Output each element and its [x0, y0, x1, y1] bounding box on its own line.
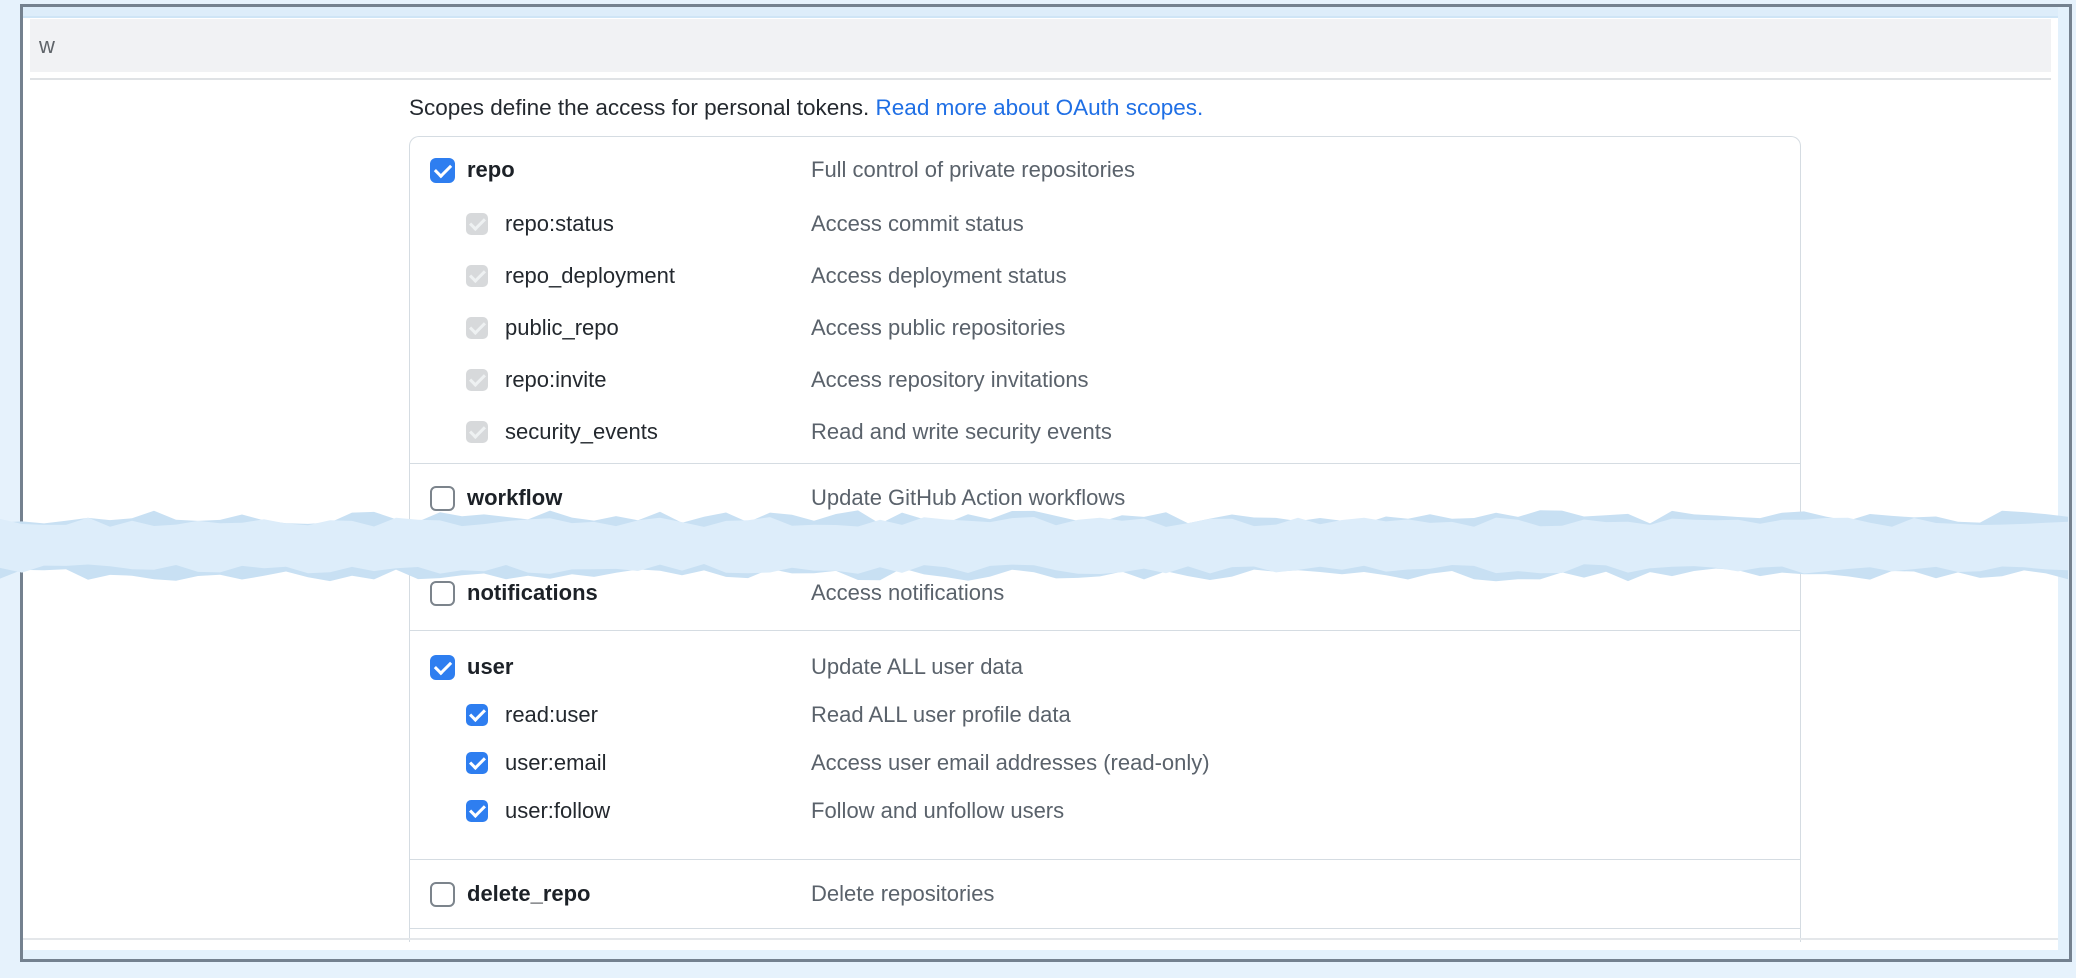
scope-row-left: user:email — [410, 750, 811, 776]
scope-section-delete_repo: delete_repo Delete repositories — [410, 859, 1800, 928]
scope-description: Update ALL user data — [811, 654, 1023, 680]
browser-window: w Scopes define the access for personal … — [23, 7, 2058, 950]
scope-checkbox-repo:status — [466, 213, 488, 235]
scope-checkbox-delete_repo[interactable] — [430, 882, 455, 907]
torn-band — [0, 508, 2076, 584]
scopes-intro-text: Scopes define the access for personal to… — [409, 95, 869, 120]
scope-row-left: user:follow — [410, 798, 811, 824]
scope-label: read:user — [505, 702, 598, 728]
scope-row-left: public_repo — [410, 315, 811, 341]
scope-row-left: repo:invite — [410, 367, 811, 393]
scope-row-left: security_events — [410, 419, 811, 445]
scope-row-user: user Update ALL user data — [410, 653, 1800, 681]
scope-description: Access user email addresses (read-only) — [811, 750, 1210, 776]
scope-label: security_events — [505, 419, 658, 445]
scope-row-repo: repo Full control of private repositories — [410, 156, 1800, 184]
scope-row-repo:invite: repo:invite Access repository invitations — [410, 366, 1800, 394]
scope-row-left: repo — [410, 157, 811, 183]
scope-checkbox-public_repo — [466, 317, 488, 339]
scope-label: repo:status — [505, 211, 614, 237]
scope-checkbox-repo[interactable] — [430, 158, 455, 183]
scope-children: repo:status Access commit status repo_depl… — [410, 210, 1800, 446]
scope-label: repo_deployment — [505, 263, 675, 289]
titlebar[interactable]: w — [30, 19, 2051, 72]
scope-checkbox-user[interactable] — [430, 655, 455, 680]
scope-description: Access commit status — [811, 211, 1024, 237]
torn-edge-top — [23, 7, 2058, 18]
page: { "titlebar": { "text": "w" }, "intro": … — [0, 0, 2076, 978]
scope-description: Read ALL user profile data — [811, 702, 1071, 728]
scope-row-read:user: read:user Read ALL user profile data — [410, 701, 1800, 729]
scope-row-repo_deployment: repo_deployment Access deployment status — [410, 262, 1800, 290]
scope-label: user:follow — [505, 798, 610, 824]
titlebar-text: w — [39, 33, 55, 59]
scope-row-left: user — [410, 654, 811, 680]
scope-description: Full control of private repositories — [811, 157, 1135, 183]
scope-label: repo — [467, 157, 515, 183]
scope-label: repo:invite — [505, 367, 607, 393]
scope-checkbox-read:user[interactable] — [466, 704, 488, 726]
scope-row-left: delete_repo — [410, 881, 811, 907]
scope-description: Follow and unfollow users — [811, 798, 1064, 824]
scope-checkbox-repo_deployment — [466, 265, 488, 287]
scope-description: Delete repositories — [811, 881, 994, 907]
scope-row-left: repo:status — [410, 211, 811, 237]
scope-label: public_repo — [505, 315, 619, 341]
scope-row-public_repo: public_repo Access public repositories — [410, 314, 1800, 342]
scope-checkbox-notifications[interactable] — [430, 581, 455, 606]
scope-row-repo:status: repo:status Access commit status — [410, 210, 1800, 238]
scope-description: Access repository invitations — [811, 367, 1089, 393]
scope-checkbox-repo:invite — [466, 369, 488, 391]
scopes-intro: Scopes define the access for personal to… — [409, 95, 1203, 121]
oauth-scopes-link[interactable]: Read more about OAuth scopes. — [876, 95, 1204, 120]
scope-section-repo: repo Full control of private repositories… — [410, 137, 1800, 463]
scope-row-delete_repo: delete_repo Delete repositories — [410, 880, 1800, 908]
scope-description: Access public repositories — [811, 315, 1065, 341]
scope-description: Access deployment status — [811, 263, 1067, 289]
scope-label: user:email — [505, 750, 606, 776]
scope-row-user:follow: user:follow Follow and unfollow users — [410, 797, 1800, 825]
titlebar-divider — [30, 78, 2051, 80]
scope-label: user — [467, 654, 513, 680]
scope-label: delete_repo — [467, 881, 591, 907]
scope-checkbox-user:email[interactable] — [466, 752, 488, 774]
scope-row-user:email: user:email Access user email addresses (r… — [410, 749, 1800, 777]
scope-row-left: repo_deployment — [410, 263, 811, 289]
scope-description: Read and write security events — [811, 419, 1112, 445]
scope-children: read:user Read ALL user profile data user:… — [410, 701, 1800, 825]
scope-row-security_events: security_events Read and write security e… — [410, 418, 1800, 446]
scope-checkbox-security_events — [466, 421, 488, 443]
scope-checkbox-workflow[interactable] — [430, 486, 455, 511]
content-bottom-divider — [23, 938, 2058, 940]
scope-section-user: user Update ALL user data read:user Read AL… — [410, 630, 1800, 859]
scope-checkbox-user:follow[interactable] — [466, 800, 488, 822]
scope-row-left: read:user — [410, 702, 811, 728]
